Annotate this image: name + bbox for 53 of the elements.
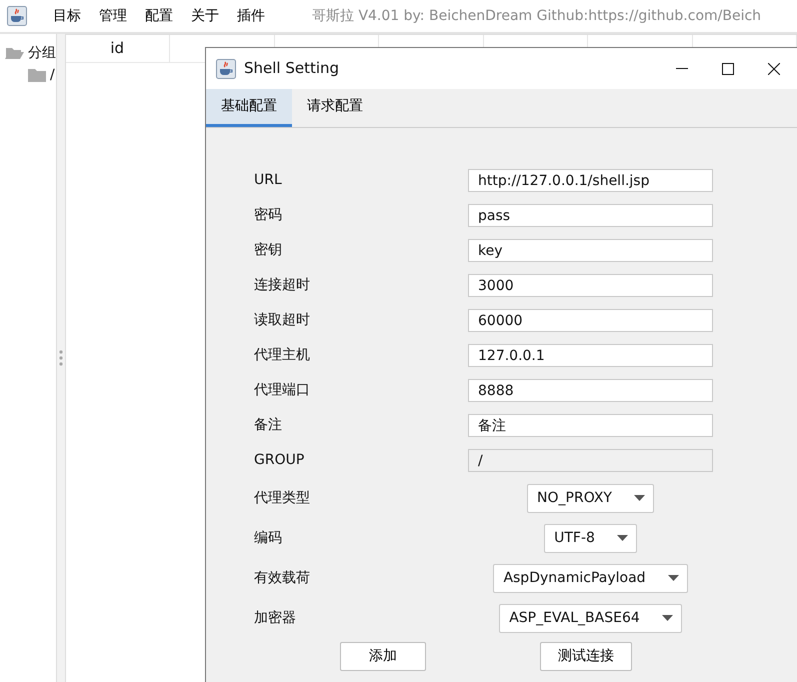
java-cup-icon [216,58,236,78]
dropdown-value: ASP_EVAL_BASE64 [509,608,640,628]
dropdown-value: AspDynamicPayload [503,568,646,588]
field-label: 读取超时 [254,311,311,330]
field-label: 密钥 [254,241,283,260]
caret-icon [616,535,628,541]
input-field[interactable]: pass [468,204,713,227]
app-info-text: 哥斯拉 V4.01 by: BeichenDream Github:https://github.com/Beich [312,6,762,26]
dropdown[interactable]: UTF-8 [544,524,637,552]
field-label: 编码 [254,528,283,548]
splitter-grip-icon [58,350,63,366]
dropdown[interactable]: ASP_EVAL_BASE64 [499,604,682,632]
dialog-button[interactable]: 添加 [340,642,426,671]
field-label: 代理类型 [254,488,311,508]
field-label: 连接超时 [254,276,311,295]
tree-item[interactable]: / [50,64,55,86]
tab[interactable]: 基础配置 [206,89,292,127]
menu-item[interactable]: 插件 [228,6,274,26]
dropdown-value: UTF-8 [554,528,595,548]
tab[interactable]: 请求配置 [292,89,378,127]
java-cup-icon [7,6,27,26]
field-label: GROUP [254,451,306,470]
dropdown-value: NO_PROXY [537,488,612,508]
input-field[interactable]: key [468,239,713,262]
dialog-button[interactable]: 测试连接 [540,642,632,671]
minimize-icon [676,68,688,69]
field-label: URL [254,171,283,190]
field-label: 代理主机 [254,346,311,365]
field-label: 代理端口 [254,381,311,400]
menu-item[interactable]: 管理 [90,6,136,26]
column-header[interactable]: id [66,35,170,62]
tree-item[interactable]: 分组 [28,42,56,64]
window-title: Shell Setting [244,58,340,80]
menu-item[interactable]: 关于 [182,6,228,26]
field-label: 备注 [254,416,283,435]
maximize-icon [722,62,734,74]
input-field[interactable]: 60000 [468,309,713,332]
close-icon [768,62,780,74]
caret-icon [668,575,679,581]
input-field[interactable]: 8888 [468,379,713,402]
input-field[interactable]: 备注 [468,414,713,437]
dropdown[interactable]: NO_PROXY [527,484,654,512]
field-label: 密码 [254,206,283,225]
menu-item[interactable]: 配置 [136,6,182,26]
caret-icon [634,495,645,501]
input-field[interactable]: 127.0.0.1 [468,344,713,367]
input-field[interactable]: http://127.0.0.1/shell.jsp [468,169,713,192]
caret-icon [662,615,673,621]
menu-item[interactable]: 目标 [44,6,90,26]
dropdown[interactable]: AspDynamicPayload [493,564,688,592]
field-label: 加密器 [254,608,297,628]
input-field[interactable]: 3000 [468,274,713,297]
field-label: 有效载荷 [254,568,311,588]
